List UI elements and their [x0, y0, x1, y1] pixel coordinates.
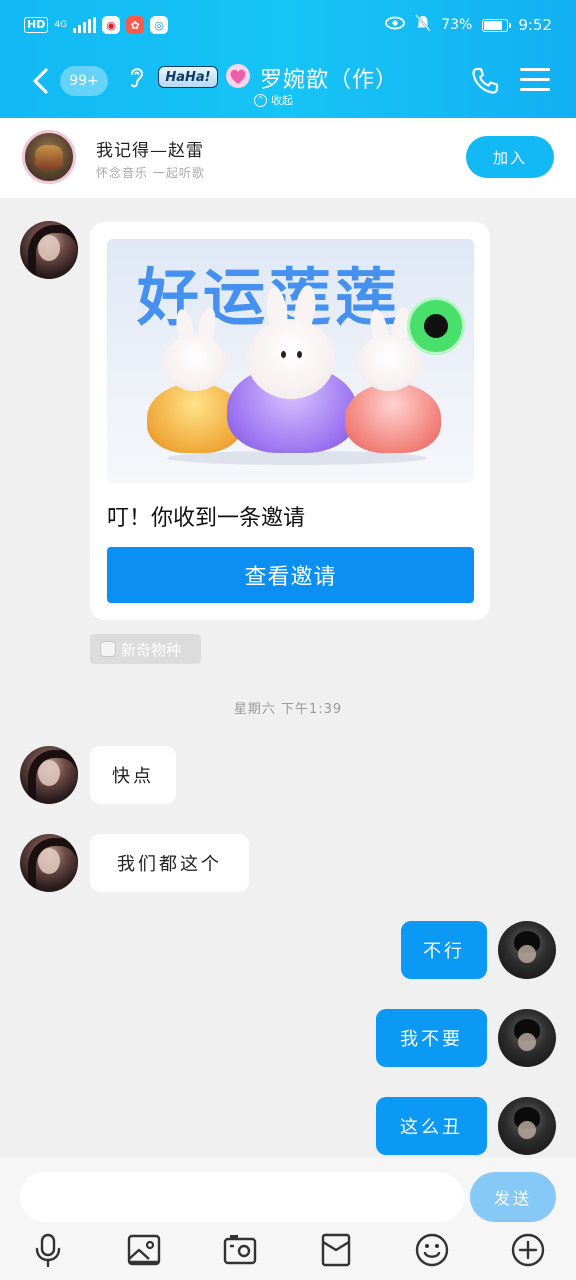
message-bubble-outgoing[interactable]: 我不要	[376, 1009, 487, 1067]
back-button[interactable]	[28, 66, 54, 96]
eye-comfort-icon	[385, 16, 406, 34]
shadow	[167, 451, 427, 465]
voice-call-button[interactable]	[470, 66, 500, 96]
chevron-up-icon: ^	[254, 93, 267, 107]
sticker-face-icon	[424, 314, 448, 338]
chevron-left-icon	[33, 68, 48, 94]
mini-app-icon	[100, 641, 116, 657]
group-music-bar[interactable]: 我记得—赵雷 怀念音乐 一起听歌 加入	[0, 118, 576, 198]
mute-bell-icon	[415, 14, 432, 36]
chat-header: HD 4G ◉ ✿ ◎ 73% 9:52 99+ HaHa! 罗婉歆（作） ^ …	[0, 0, 576, 118]
microphone-icon[interactable]	[30, 1232, 66, 1268]
phone-icon	[472, 67, 499, 94]
chat-title: 罗婉歆（作）	[260, 68, 399, 93]
group-subtitle: 怀念音乐 一起听歌	[96, 166, 205, 180]
haha-title-tag: HaHa!	[158, 66, 218, 88]
unread-count-badge[interactable]: 99+	[60, 66, 108, 96]
heart-badge-icon	[226, 64, 250, 88]
battery-icon	[482, 18, 512, 32]
send-button[interactable]: 发送	[470, 1172, 556, 1222]
left-bunny	[163, 335, 227, 391]
pink-lotus	[345, 383, 441, 453]
bunny-eye	[281, 351, 286, 358]
timestamp: 星期六 下午1:39	[233, 702, 343, 717]
input-bar: 发送	[0, 1158, 576, 1280]
my-avatar[interactable]	[498, 1009, 556, 1067]
join-button[interactable]: 加入	[466, 136, 554, 178]
weibo-app-icon: ◉	[102, 16, 121, 34]
camera-icon[interactable]	[222, 1232, 258, 1268]
menu-line	[520, 68, 550, 71]
battery-percent: 73%	[441, 17, 473, 33]
emoji-icon[interactable]	[414, 1232, 450, 1268]
plus-icon[interactable]	[510, 1232, 546, 1268]
view-invite-button[interactable]: 查看邀请	[107, 547, 474, 603]
center-bunny	[247, 319, 335, 399]
sender-avatar[interactable]	[20, 221, 78, 279]
browser-app-icon: ◎	[150, 16, 169, 34]
app-notification-icon: ✿	[126, 16, 145, 34]
chat-title-area[interactable]: HaHa! 罗婉歆（作） ^ 收起	[126, 58, 426, 108]
message-bubble-outgoing[interactable]: 这么丑	[376, 1097, 487, 1155]
source-label: 新奇物种	[121, 640, 182, 659]
collapse-toggle[interactable]: ^ 收起	[254, 92, 293, 108]
invite-card-image: 好运莲莲	[107, 239, 474, 483]
input-toolbar	[0, 1232, 576, 1272]
collapse-label: 收起	[271, 94, 293, 107]
menu-button[interactable]	[520, 68, 550, 94]
group-name: 我记得—赵雷	[96, 141, 204, 161]
network-type: 4G	[54, 19, 68, 30]
my-avatar[interactable]	[498, 1097, 556, 1155]
message-input[interactable]	[20, 1172, 464, 1222]
right-bunny	[357, 335, 421, 391]
status-bar: HD 4G ◉ ✿ ◎ 73% 9:52	[0, 0, 576, 52]
bunny-eye	[297, 351, 302, 358]
card-source-tag[interactable]: 新奇物种	[90, 634, 201, 664]
clock: 9:52	[518, 16, 552, 34]
hd-indicator: HD	[24, 17, 49, 33]
invite-card[interactable]: 好运莲莲 叮！你收到一条邀请 查看邀请	[90, 222, 490, 620]
my-avatar[interactable]	[498, 921, 556, 979]
message-bubble-incoming[interactable]: 我们都这个	[90, 834, 249, 892]
group-avatar	[22, 130, 76, 184]
invite-message: 叮！你收到一条邀请	[107, 506, 306, 531]
red-packet-icon[interactable]	[318, 1232, 354, 1268]
message-bubble-outgoing[interactable]: 不行	[401, 921, 487, 979]
menu-line	[520, 88, 550, 91]
message-bubble-incoming[interactable]: 快点	[90, 746, 176, 804]
sender-avatar[interactable]	[20, 746, 78, 804]
image-icon[interactable]	[126, 1232, 162, 1268]
brand-sticker	[407, 297, 465, 355]
sender-avatar[interactable]	[20, 834, 78, 892]
signal-icon	[73, 17, 97, 33]
ear-mode-icon	[131, 68, 144, 88]
menu-line	[520, 78, 550, 81]
